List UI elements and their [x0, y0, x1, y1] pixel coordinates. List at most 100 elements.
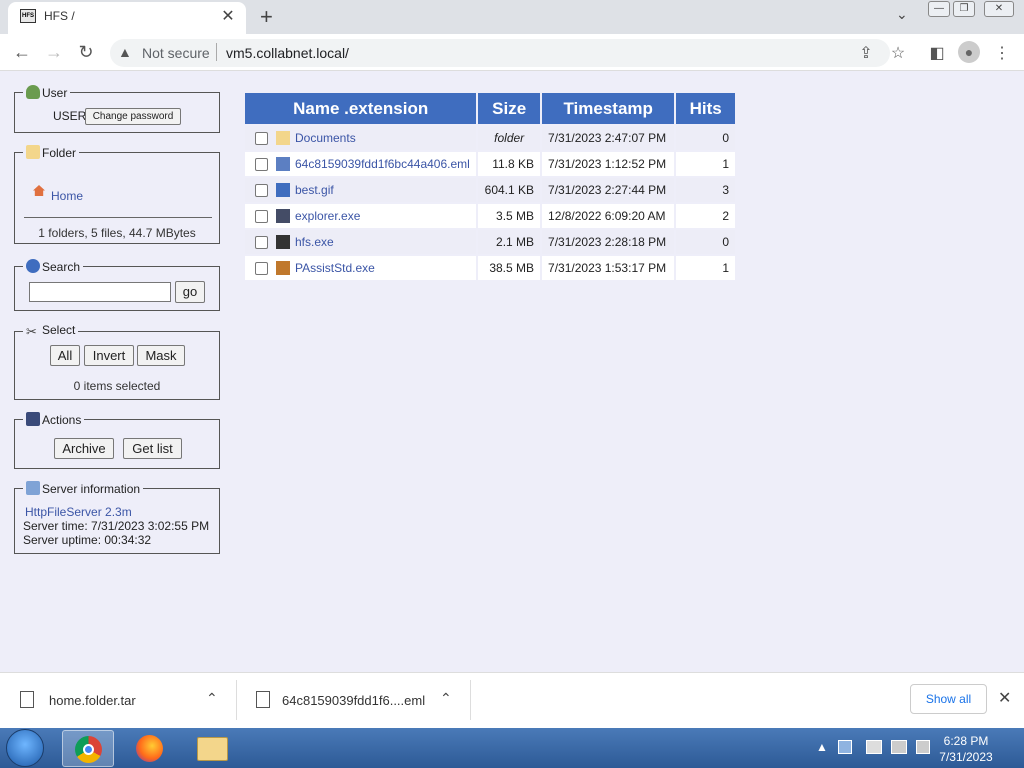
- download-item[interactable]: home.folder.tar ⌃: [0, 672, 236, 728]
- cell-size: 11.8 KB: [478, 152, 541, 176]
- table-row[interactable]: Documents folder 7/31/2023 2:47:07 PM 0: [245, 126, 735, 150]
- cell-hits: 1: [676, 256, 735, 280]
- clock-time: 6:28 PM: [943, 734, 989, 748]
- user-icon: [26, 85, 40, 99]
- cell-name: best.gif: [245, 178, 477, 202]
- invert-button[interactable]: Invert: [84, 345, 134, 366]
- tab-title: HFS /: [44, 9, 75, 23]
- cell-name: 64c8159039fdd1f6bc44a406.eml: [245, 152, 477, 176]
- table-row[interactable]: explorer.exe 3.5 MB 12/8/2022 6:09:20 AM 2: [245, 204, 735, 228]
- action-center-icon[interactable]: [866, 740, 882, 754]
- bookmark-star-icon[interactable]: ☆: [888, 43, 908, 63]
- network-icon[interactable]: [891, 740, 907, 754]
- column-header-name[interactable]: Name .extension: [245, 93, 477, 124]
- cell-size: 604.1 KB: [478, 178, 541, 202]
- start-button[interactable]: [6, 729, 44, 767]
- actions-legend: Actions: [42, 413, 82, 427]
- chrome-icon-center: [83, 744, 94, 755]
- row-checkbox[interactable]: [255, 235, 268, 249]
- home-link[interactable]: Home: [51, 189, 83, 203]
- folder-summary: 1 folders, 5 files, 44.7 MBytes: [38, 226, 196, 240]
- close-window-button[interactable]: ✕: [984, 1, 1014, 17]
- chevron-up-icon[interactable]: ⌃: [440, 690, 452, 707]
- get-list-button[interactable]: Get list: [123, 438, 182, 459]
- mask-button[interactable]: Mask: [137, 345, 185, 366]
- taskbar-explorer[interactable]: [186, 730, 238, 767]
- download-name: home.folder.tar: [49, 693, 136, 708]
- table-header-row: Name .extension Size Timestamp Hits: [245, 93, 735, 124]
- table-row[interactable]: PAssistStd.exe 38.5 MB 7/31/2023 1:53:17 P…: [245, 256, 735, 280]
- column-header-timestamp[interactable]: Timestamp: [542, 93, 675, 124]
- file-icon: [256, 691, 270, 708]
- close-downloads-icon[interactable]: ✕: [998, 688, 1011, 708]
- file-link[interactable]: PAssistStd.exe: [295, 261, 375, 275]
- server-uptime: Server uptime: 00:34:32: [23, 533, 152, 547]
- scissors-icon: ✂: [26, 324, 37, 339]
- row-checkbox[interactable]: [255, 209, 268, 223]
- side-panel-icon[interactable]: ◧: [927, 43, 947, 63]
- warning-icon[interactable]: ▲: [118, 44, 132, 60]
- email-file-icon: [276, 157, 290, 172]
- new-tab-button[interactable]: +: [260, 4, 273, 30]
- archive-file-icon: [20, 691, 34, 708]
- cell-size: 38.5 MB: [478, 256, 541, 280]
- tab-search-icon[interactable]: ⌄: [896, 6, 908, 23]
- archive-button[interactable]: Archive: [54, 438, 114, 459]
- row-checkbox[interactable]: [255, 157, 268, 171]
- computer-icon: [26, 481, 40, 495]
- firefox-icon: [136, 735, 163, 762]
- menu-kebab-icon[interactable]: ⋮: [992, 43, 1012, 63]
- chevron-up-icon[interactable]: ⌃: [206, 690, 218, 707]
- table-row[interactable]: 64c8159039fdd1f6bc44a406.eml 11.8 KB 7/31/…: [245, 152, 735, 176]
- back-icon[interactable]: ←: [12, 42, 32, 63]
- row-checkbox[interactable]: [255, 183, 268, 197]
- profile-avatar-icon[interactable]: ●: [958, 41, 980, 63]
- cell-hits: 2: [676, 204, 735, 228]
- url-text[interactable]: vm5.collabnet.local/: [226, 45, 349, 61]
- cell-size: 2.1 MB: [478, 230, 541, 254]
- taskbar-chrome[interactable]: [62, 730, 114, 767]
- server-legend: Server information: [42, 482, 141, 496]
- minimize-button[interactable]: —: [928, 1, 950, 17]
- divider: [216, 43, 217, 61]
- reload-icon[interactable]: ↻: [76, 42, 96, 63]
- table-row[interactable]: hfs.exe 2.1 MB 7/31/2023 2:28:18 PM 0: [245, 230, 735, 254]
- taskbar-clock[interactable]: 6:28 PM 7/31/2023: [938, 733, 994, 765]
- search-input[interactable]: [29, 282, 171, 302]
- folder-divider: [24, 217, 212, 218]
- column-header-size[interactable]: Size: [478, 93, 541, 124]
- file-link[interactable]: Documents: [295, 131, 356, 145]
- cell-hits: 0: [676, 230, 735, 254]
- security-label[interactable]: Not secure: [142, 45, 210, 61]
- folder-icon: [276, 131, 290, 146]
- actions-panel: Actions: [14, 412, 220, 469]
- download-item[interactable]: 64c8159039fdd1f6....eml ⌃: [237, 672, 470, 728]
- tab-close-icon[interactable]: ✕: [218, 6, 238, 26]
- file-link[interactable]: explorer.exe: [295, 209, 360, 223]
- file-link[interactable]: best.gif: [295, 183, 334, 197]
- tray-app-icon[interactable]: [838, 740, 852, 754]
- column-header-hits[interactable]: Hits: [676, 93, 735, 124]
- volume-muted-icon[interactable]: [916, 740, 930, 754]
- file-link[interactable]: hfs.exe: [295, 235, 334, 249]
- taskbar-firefox[interactable]: [124, 730, 176, 767]
- forward-icon[interactable]: →: [44, 42, 64, 63]
- cell-timestamp: 7/31/2023 2:27:44 PM: [542, 178, 675, 202]
- cell-hits: 0: [676, 126, 735, 150]
- file-link[interactable]: 64c8159039fdd1f6bc44a406.eml: [295, 157, 470, 171]
- selection-status: 0 items selected: [73, 379, 161, 393]
- go-button[interactable]: go: [175, 281, 205, 303]
- download-name: 64c8159039fdd1f6....eml: [282, 693, 426, 708]
- select-all-button[interactable]: All: [50, 345, 80, 366]
- change-password-button[interactable]: Change password: [85, 108, 181, 125]
- share-icon[interactable]: ⇪: [856, 43, 876, 63]
- row-checkbox[interactable]: [255, 261, 268, 275]
- show-hidden-icons-icon[interactable]: ▲: [816, 740, 828, 754]
- clock-date: 7/31/2023: [939, 750, 993, 764]
- restore-button[interactable]: ❐: [953, 1, 975, 17]
- show-all-button[interactable]: Show all: [910, 684, 987, 714]
- cell-name: hfs.exe: [245, 230, 477, 254]
- table-row[interactable]: best.gif 604.1 KB 7/31/2023 2:27:44 PM 3: [245, 178, 735, 202]
- row-checkbox[interactable]: [255, 131, 268, 145]
- server-version-link[interactable]: HttpFileServer 2.3m: [25, 505, 132, 519]
